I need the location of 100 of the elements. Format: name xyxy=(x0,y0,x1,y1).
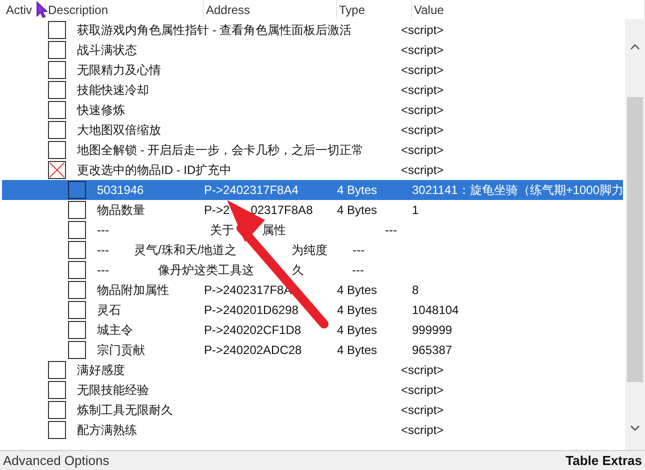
checkbox[interactable] xyxy=(48,161,66,179)
table-row[interactable]: 炼制工具无限耐久 <script> xyxy=(0,400,625,420)
address-text: P->240201D6298 xyxy=(204,302,300,319)
description-text: 5031946 xyxy=(97,182,145,199)
table-row[interactable]: 技能快速冷却 <script> xyxy=(0,80,625,100)
table-row[interactable]: --- 像丹炉这类工具这 久 --- xyxy=(2,260,623,280)
description-text: 获取游戏内角色属性指针 - 查看角色属性面板后激活 xyxy=(77,22,353,39)
description-text: 为纯度 xyxy=(292,242,328,259)
table-row[interactable]: 宗门贡献 P->240202ADC28 4 Bytes 965387 xyxy=(2,340,623,360)
description-text: 满好感度 xyxy=(77,362,126,379)
table-row[interactable]: --- 关于 属性 --- xyxy=(2,220,623,240)
checkbox[interactable] xyxy=(48,101,66,119)
table-row[interactable]: 满好感度 <script> xyxy=(0,360,625,380)
table-row[interactable]: 大地图双倍缩放 <script> xyxy=(0,120,625,140)
value-text: 965387 xyxy=(412,342,452,359)
checkbox[interactable] xyxy=(48,421,66,439)
description-text: --- xyxy=(352,262,364,279)
scrollbar[interactable] xyxy=(625,19,645,450)
column-header[interactable]: Type xyxy=(337,0,412,19)
description-text: --- xyxy=(352,242,365,259)
table-extras-link[interactable]: Table Extras xyxy=(566,450,642,470)
description-text: 城主令 xyxy=(97,322,134,339)
table-row[interactable]: 无限技能经验 <script> xyxy=(0,380,625,400)
checkbox[interactable] xyxy=(68,201,86,219)
checkbox[interactable] xyxy=(48,381,66,399)
address-text: P->240202CF1D8 xyxy=(204,322,302,339)
table-row[interactable]: 更改选中的物品ID - ID扩充中 <script> xyxy=(0,160,625,180)
table-row[interactable]: --- 灵气/珠和天/地道之 为纯度 --- xyxy=(2,240,623,260)
checkbox[interactable] xyxy=(48,361,66,379)
checkbox[interactable] xyxy=(68,181,86,199)
checkbox[interactable] xyxy=(48,81,66,99)
table-row[interactable]: 快速修炼 <script> xyxy=(0,100,625,120)
table-row[interactable]: 5031946 P->2402317F8A4 4 Bytes 3021141：旋龟坐骑（练气期+1000脚力 xyxy=(2,180,623,200)
description-text: 关于 xyxy=(210,222,234,239)
checkbox[interactable] xyxy=(48,41,66,59)
value-text: 8 xyxy=(412,282,419,299)
checkbox[interactable] xyxy=(68,281,86,299)
description-text: 大地图双倍缩放 xyxy=(77,122,162,139)
checkbox[interactable] xyxy=(48,401,66,419)
advanced-options-link[interactable]: Advanced Options xyxy=(3,450,110,470)
description-text: 像丹炉这类工具这 xyxy=(158,262,254,279)
address-text: P->2 xyxy=(204,202,230,219)
checkbox[interactable] xyxy=(48,121,66,139)
description-text: 无限技能经验 xyxy=(77,382,150,399)
address-text: 02317F8A8 xyxy=(250,202,313,219)
value-text: 3021141：旋龟坐骑（练气期+1000脚力 xyxy=(412,182,624,199)
description-text: 配方满熟练 xyxy=(77,422,138,439)
description-text: 技能快速冷却 xyxy=(77,82,150,99)
address-text: P->2402317F8A4 xyxy=(204,182,300,199)
value-text: <script> xyxy=(401,102,444,119)
table-row[interactable]: 无限精力及心情 <script> xyxy=(0,60,625,80)
table-row[interactable]: 地图全解锁 - 开启后走一步，会卡几秒，之后一切正常 <script> xyxy=(0,140,625,160)
table-row[interactable]: 灵石 P->240201D6298 4 Bytes 1048104 xyxy=(2,300,623,320)
scrollbar-thumb[interactable] xyxy=(627,97,643,382)
description-text: --- xyxy=(97,222,109,239)
table-row[interactable]: 战斗满状态 <script> xyxy=(0,40,625,60)
description-text: --- xyxy=(97,242,109,259)
address-text: P->240202ADC28 xyxy=(204,342,303,359)
checkbox[interactable] xyxy=(68,301,86,319)
description-text: --- xyxy=(385,222,397,239)
description-text: 属性 xyxy=(262,222,286,239)
checkbox[interactable] xyxy=(68,341,86,359)
checkbox[interactable] xyxy=(68,221,86,239)
checkbox[interactable] xyxy=(48,61,66,79)
type-text: 4 Bytes xyxy=(337,302,378,319)
value-text: <script> xyxy=(401,122,444,139)
value-text: 1048104 xyxy=(412,302,459,319)
table-row[interactable]: 物品数量 P->2 02317F8A8 4 Bytes 1 xyxy=(2,200,623,220)
value-text: <script> xyxy=(401,22,444,39)
checkbox[interactable] xyxy=(68,261,86,279)
checkbox[interactable] xyxy=(68,241,86,259)
type-text: 4 Bytes xyxy=(337,342,378,359)
description-text: 灵石 xyxy=(97,302,122,319)
value-text: <script> xyxy=(401,82,444,99)
description-text: 物品数量 xyxy=(97,202,146,219)
scroll-down-icon[interactable] xyxy=(630,424,640,432)
type-text: 4 Bytes xyxy=(337,322,378,339)
description-text: 更改选中的物品ID - ID扩充中 xyxy=(77,162,233,179)
scroll-up-icon[interactable] xyxy=(630,43,640,51)
checkbox[interactable] xyxy=(68,321,86,339)
value-text: 999999 xyxy=(412,322,452,339)
type-text: 4 Bytes xyxy=(337,202,378,219)
table-row[interactable]: 获取游戏内角色属性指针 - 查看角色属性面板后激活 <script> xyxy=(0,20,625,40)
cursor-icon xyxy=(36,1,48,18)
table-row[interactable]: 城主令 P->240202CF1D8 4 Bytes 999999 xyxy=(2,320,623,340)
value-text: <script> xyxy=(401,402,444,419)
checkbox[interactable] xyxy=(48,141,66,159)
type-text: 4 Bytes xyxy=(337,282,378,299)
value-text: <script> xyxy=(401,42,444,59)
description-text: 快速修炼 xyxy=(77,102,126,119)
description-text: 久 xyxy=(292,262,304,279)
checkbox[interactable] xyxy=(48,21,66,39)
table-row[interactable]: 配方满熟练 <script> xyxy=(0,420,625,440)
column-header[interactable]: Address xyxy=(204,0,337,19)
description-text: 炼制工具无限耐久 xyxy=(77,402,174,419)
description-text: 物品附加属性 xyxy=(97,282,170,299)
value-text: <script> xyxy=(401,142,444,159)
type-text: 4 Bytes xyxy=(337,182,378,199)
value-text: <script> xyxy=(401,382,444,399)
description-text: 宗门贡献 xyxy=(97,342,146,359)
